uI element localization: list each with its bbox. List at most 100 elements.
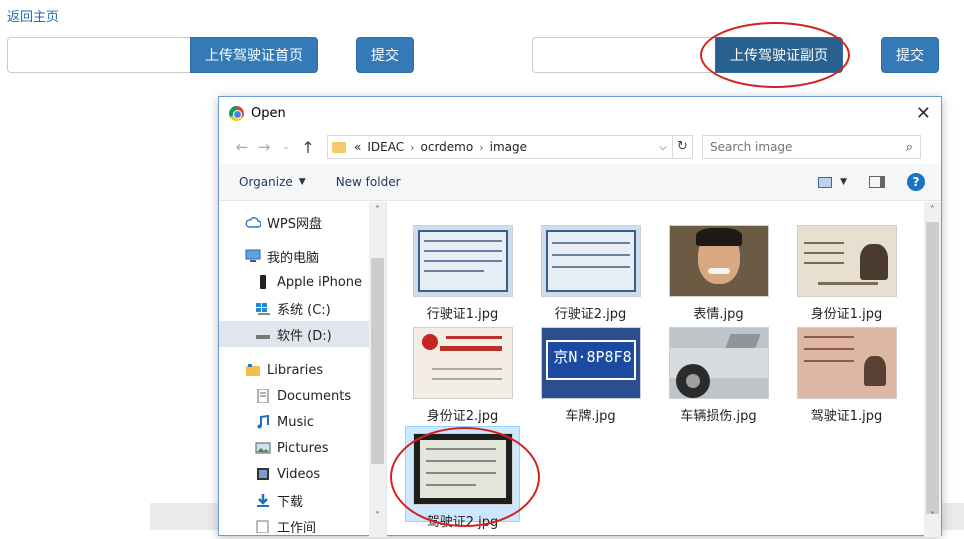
search-input[interactable] xyxy=(710,140,890,154)
music-icon xyxy=(257,415,269,429)
nav-item-drive-d[interactable]: 软件 (D:) xyxy=(219,321,369,347)
address-bar: ← → ⌄ ↑ « IDEAC › ocrdemo › image ⌵ ↻ ⌕ xyxy=(219,130,941,164)
nav-item-drive-c[interactable]: 系统 (C:) xyxy=(219,295,369,321)
file-item[interactable]: 车辆损伤.jpg xyxy=(661,327,776,424)
scroll-up-icon[interactable]: ˄ xyxy=(369,202,386,219)
upload-back-group: 上传驾驶证副页 xyxy=(532,37,843,73)
chrome-icon xyxy=(229,106,244,121)
videos-icon xyxy=(257,468,269,480)
file-thumbnail xyxy=(668,225,769,297)
nav-item-label: Documents xyxy=(277,388,352,404)
file-thumbnail xyxy=(412,433,513,505)
nav-item-this-pc[interactable]: 我的电脑 xyxy=(219,243,369,269)
search-icon[interactable]: ⌕ xyxy=(906,140,913,155)
folder-icon xyxy=(256,520,269,533)
dialog-toolbar: Organize ▼ New folder ▼ ? xyxy=(219,164,941,201)
file-thumbnail xyxy=(540,225,641,297)
file-item-selected[interactable]: 驾驶证2.jpg xyxy=(405,426,520,530)
breadcrumb-item[interactable]: image xyxy=(490,140,527,154)
dialog-titlebar: Open ✕ xyxy=(219,97,941,130)
plate-text: 京N·8P8F8 xyxy=(553,348,632,366)
file-item[interactable]: 行驶证2.jpg xyxy=(533,225,648,322)
nav-item-documents[interactable]: Documents xyxy=(219,383,369,409)
caret-down-icon[interactable]: ▼ xyxy=(840,177,847,187)
chevron-down-icon[interactable]: ⌵ xyxy=(654,142,672,153)
caret-down-icon: ▼ xyxy=(298,177,306,187)
back-arrow-icon[interactable]: ← xyxy=(231,138,253,156)
navigation-pane: WPS网盘 我的电脑 Apple iPhone 系统 (C:) 软件 (D:) … xyxy=(219,202,387,537)
back-to-home-link[interactable]: 返回主页 xyxy=(7,6,59,25)
submit-front-button[interactable]: 提交 xyxy=(356,37,414,73)
file-item[interactable]: 表情.jpg xyxy=(661,225,776,322)
breadcrumb-item[interactable]: IDEAC xyxy=(367,140,404,154)
preview-pane-icon[interactable] xyxy=(869,176,885,188)
file-name: 行驶证1.jpg xyxy=(426,307,499,322)
libraries-icon xyxy=(246,364,260,376)
breadcrumb-prefix[interactable]: « xyxy=(354,140,361,154)
upload-back-button[interactable]: 上传驾驶证副页 xyxy=(715,37,843,73)
computer-icon xyxy=(245,249,261,262)
file-thumbnail xyxy=(796,327,897,399)
new-folder-button[interactable]: New folder xyxy=(336,175,401,189)
up-arrow-icon[interactable]: ↑ xyxy=(297,138,319,157)
file-thumbnail xyxy=(668,327,769,399)
cloud-icon xyxy=(245,217,261,228)
file-item[interactable]: 身份证2.jpg xyxy=(405,327,520,424)
nav-item-label: 我的电脑 xyxy=(267,250,320,266)
file-name: 行驶证2.jpg xyxy=(554,307,627,322)
dialog-title: Open xyxy=(251,106,286,121)
submit-back-button[interactable]: 提交 xyxy=(881,37,939,73)
recent-dropdown-icon[interactable]: ⌄ xyxy=(275,142,297,152)
breadcrumb-item[interactable]: ocrdemo xyxy=(421,140,474,154)
nav-item-iphone[interactable]: Apple iPhone xyxy=(219,269,369,295)
file-item[interactable]: 驾驶证1.jpg xyxy=(789,327,904,424)
help-icon[interactable]: ? xyxy=(907,173,925,191)
nav-item-wps-cloud[interactable]: WPS网盘 xyxy=(219,209,369,235)
change-view-icon[interactable] xyxy=(818,176,833,188)
file-list-scroll-thumb[interactable] xyxy=(926,222,939,514)
nav-item-music[interactable]: Music xyxy=(219,409,369,435)
organize-button[interactable]: Organize ▼ xyxy=(239,175,306,189)
nav-item-pictures[interactable]: Pictures xyxy=(219,435,369,461)
file-list: 行驶证1.jpg 行驶证2.jpg 表情.jpg 身份证1.jpg 身份证2.j… xyxy=(387,202,941,537)
nav-scrollbar[interactable]: ˄ ˅ xyxy=(369,202,386,537)
dialog-body: WPS网盘 我的电脑 Apple iPhone 系统 (C:) 软件 (D:) … xyxy=(219,202,941,537)
forward-arrow-icon[interactable]: → xyxy=(253,138,275,156)
nav-item-label: Libraries xyxy=(267,362,324,378)
file-list-scrollbar[interactable]: ˄ ˅ xyxy=(924,202,941,537)
nav-scroll-thumb[interactable] xyxy=(371,258,384,464)
nav-item-workspace[interactable]: 工作间 xyxy=(219,513,369,539)
nav-item-downloads[interactable]: 下载 xyxy=(219,487,369,513)
back-file-field[interactable] xyxy=(532,37,715,73)
pictures-icon xyxy=(255,442,271,454)
download-icon xyxy=(257,494,269,507)
scroll-down-icon[interactable]: ˅ xyxy=(924,508,941,525)
nav-item-videos[interactable]: Videos xyxy=(219,461,369,487)
file-item[interactable]: 身份证1.jpg xyxy=(789,225,904,322)
file-thumbnail xyxy=(412,225,513,297)
scroll-down-icon[interactable]: ˅ xyxy=(369,508,386,525)
drive-icon xyxy=(256,335,270,339)
nav-item-libraries[interactable]: Libraries xyxy=(219,357,369,383)
page-footer-strip-right xyxy=(942,503,964,530)
close-icon[interactable]: ✕ xyxy=(916,103,931,124)
file-name: 驾驶证1.jpg xyxy=(810,409,883,424)
file-item[interactable]: 行驶证1.jpg xyxy=(405,225,520,322)
search-box[interactable]: ⌕ xyxy=(702,135,921,159)
open-file-dialog: Open ✕ ← → ⌄ ↑ « IDEAC › ocrdemo › image… xyxy=(218,96,942,537)
file-thumbnail xyxy=(412,327,513,399)
scroll-up-icon[interactable]: ˄ xyxy=(924,202,941,219)
file-item[interactable]: 京N·8P8F8 车牌.jpg xyxy=(533,327,648,424)
file-name: 身份证1.jpg xyxy=(810,307,883,322)
file-thumbnail: 京N·8P8F8 xyxy=(540,327,641,399)
nav-item-label: 系统 (C:) xyxy=(277,302,331,318)
upload-front-button[interactable]: 上传驾驶证首页 xyxy=(190,37,318,73)
file-thumbnail xyxy=(796,225,897,297)
breadcrumb[interactable]: « IDEAC › ocrdemo › image ⌵ ↻ xyxy=(327,135,693,159)
front-file-field[interactable] xyxy=(7,37,190,73)
chevron-right-icon[interactable]: › xyxy=(479,141,483,154)
nav-item-label: Apple iPhone xyxy=(277,274,363,290)
file-name: 车辆损伤.jpg xyxy=(680,409,757,424)
chevron-right-icon[interactable]: › xyxy=(410,141,414,154)
refresh-icon[interactable]: ↻ xyxy=(672,136,692,158)
